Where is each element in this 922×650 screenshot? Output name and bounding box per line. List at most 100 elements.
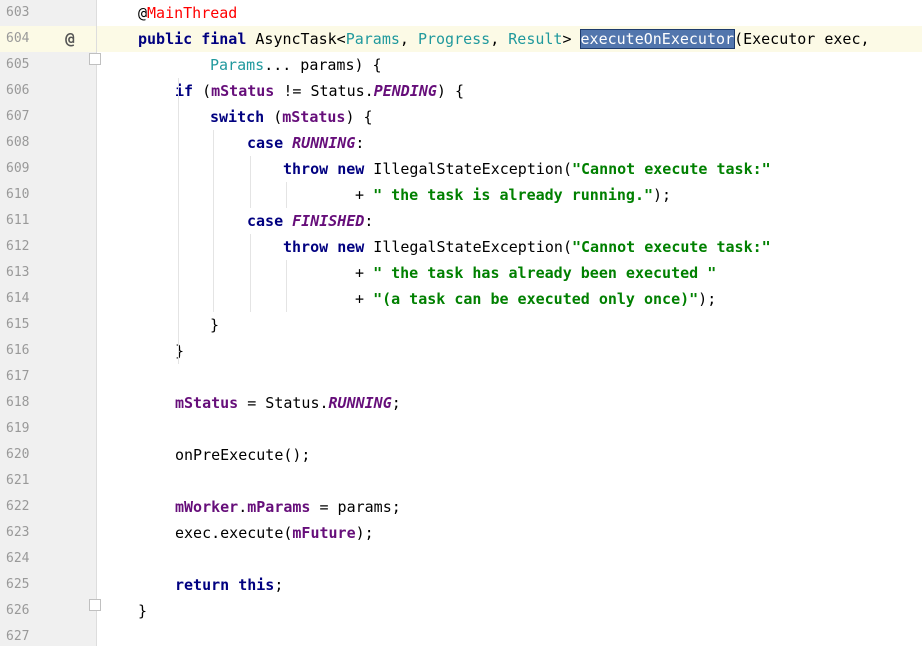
line-number[interactable]: 616 <box>6 338 46 364</box>
code-token: , <box>399 30 418 48</box>
code-line[interactable]: mWorker.mParams = params; <box>97 494 922 520</box>
code-token: ) { <box>345 108 373 126</box>
line-number[interactable]: 614 <box>6 286 46 312</box>
line-number[interactable]: 613 <box>6 260 46 286</box>
line-number[interactable]: 604 <box>6 26 46 52</box>
code-line-content: throw new IllegalStateException("Cannot … <box>283 156 771 182</box>
line-number-gutter[interactable]: 603 604 605 606 607 608 609 610 611 612 613 614 615 6… <box>0 0 97 646</box>
override-at-icon[interactable]: @ <box>61 26 79 52</box>
code-line-content: case RUNNING: <box>247 130 364 156</box>
field-token: mWorker <box>175 498 239 516</box>
line-number[interactable]: 606 <box>6 78 46 104</box>
field-token: mParams <box>247 498 311 516</box>
code-line[interactable]: case FINISHED: <box>97 208 922 234</box>
keyword-token: this <box>238 576 275 594</box>
line-number[interactable]: 619 <box>6 416 46 442</box>
line-number[interactable]: 610 <box>6 182 46 208</box>
code-line-current[interactable]: public final AsyncTask<Params, Progress,… <box>97 26 922 52</box>
code-line[interactable] <box>97 416 922 442</box>
field-token: mStatus <box>175 394 239 412</box>
field-token: mFuture <box>292 524 356 542</box>
line-number[interactable]: 617 <box>6 364 46 390</box>
enum-constant-token: RUNNING <box>328 394 392 412</box>
selected-method-name: executeOnExecutor <box>579 29 736 49</box>
string-literal-token: "Cannot execute task:" <box>572 238 771 256</box>
code-token: } <box>175 342 185 360</box>
fold-collapse-icon[interactable] <box>89 53 101 65</box>
code-line-content: if (mStatus != Status.PENDING) { <box>175 78 464 104</box>
indent-guide <box>250 156 251 208</box>
code-line-content: mStatus = Status.RUNNING; <box>175 390 401 416</box>
fold-end-icon[interactable] <box>89 599 101 611</box>
code-token: ; <box>391 394 401 412</box>
line-number[interactable]: 605 <box>6 52 46 78</box>
code-line[interactable]: onPreExecute(); <box>97 442 922 468</box>
code-line[interactable]: if (mStatus != Status.PENDING) { <box>97 78 922 104</box>
line-number[interactable]: 622 <box>6 494 46 520</box>
line-number[interactable]: 611 <box>6 208 46 234</box>
code-line[interactable]: mStatus = Status.RUNNING; <box>97 390 922 416</box>
enum-constant-token: PENDING <box>373 82 437 100</box>
line-number[interactable]: 623 <box>6 520 46 546</box>
line-number[interactable]: 609 <box>6 156 46 182</box>
code-line[interactable] <box>97 546 922 572</box>
code-line[interactable]: case RUNNING: <box>97 130 922 156</box>
code-line-content: @MainThread <box>138 0 237 26</box>
line-number[interactable]: 624 <box>6 546 46 572</box>
code-line[interactable]: switch (mStatus) { <box>97 104 922 130</box>
keyword-token: case <box>247 212 284 230</box>
code-line[interactable]: } <box>97 598 922 624</box>
code-token: ( <box>264 108 283 126</box>
line-number[interactable]: 626 <box>6 598 46 624</box>
code-line[interactable] <box>97 624 922 650</box>
keyword-token: final <box>201 30 247 48</box>
code-token: ); <box>698 290 717 308</box>
code-line[interactable]: Params... params) { <box>97 52 922 78</box>
code-token: ); <box>355 524 374 542</box>
line-number[interactable]: 625 <box>6 572 46 598</box>
code-line[interactable]: @MainThread <box>97 0 922 26</box>
indent-guide <box>286 182 287 208</box>
line-number[interactable]: 620 <box>6 442 46 468</box>
enum-constant-token: RUNNING <box>292 134 356 152</box>
keyword-token: switch <box>210 108 265 126</box>
string-literal-token: "(a task can be executed only once)" <box>373 290 699 308</box>
code-token: > <box>562 30 581 48</box>
code-editor[interactable]: 603 604 605 606 607 608 609 610 611 612 613 614 615 6… <box>0 0 922 646</box>
line-number[interactable]: 618 <box>6 390 46 416</box>
code-token: = params; <box>310 498 401 516</box>
code-line[interactable]: exec.execute(mFuture); <box>97 520 922 546</box>
code-line[interactable]: } <box>97 338 922 364</box>
code-line[interactable]: return this; <box>97 572 922 598</box>
line-number[interactable]: 627 <box>6 624 46 650</box>
code-token: } <box>210 316 220 334</box>
code-line[interactable]: throw new IllegalStateException("Cannot … <box>97 234 922 260</box>
line-number[interactable]: 608 <box>6 130 46 156</box>
keyword-token: new <box>337 160 365 178</box>
indent-guide <box>213 130 214 312</box>
code-line-content: Params... params) { <box>210 52 382 78</box>
code-token: ... params) { <box>264 56 382 74</box>
code-token: } <box>138 602 148 620</box>
code-line[interactable] <box>97 468 922 494</box>
line-number[interactable]: 607 <box>6 104 46 130</box>
code-line-content: + " the task is already running."); <box>355 182 671 208</box>
keyword-token: new <box>337 238 365 256</box>
line-number[interactable]: 612 <box>6 234 46 260</box>
code-line[interactable]: + " the task is already running."); <box>97 182 922 208</box>
code-line[interactable]: throw new IllegalStateException("Cannot … <box>97 156 922 182</box>
code-line[interactable]: + "(a task can be executed only once)"); <box>97 286 922 312</box>
code-line[interactable]: } <box>97 312 922 338</box>
code-token: @ <box>138 4 148 22</box>
line-number[interactable]: 615 <box>6 312 46 338</box>
code-token: onPreExecute(); <box>175 446 311 464</box>
code-token: ); <box>653 186 672 204</box>
code-line[interactable] <box>97 364 922 390</box>
line-number[interactable]: 603 <box>6 0 46 26</box>
code-line[interactable]: + " the task has already been executed " <box>97 260 922 286</box>
line-number[interactable]: 621 <box>6 468 46 494</box>
